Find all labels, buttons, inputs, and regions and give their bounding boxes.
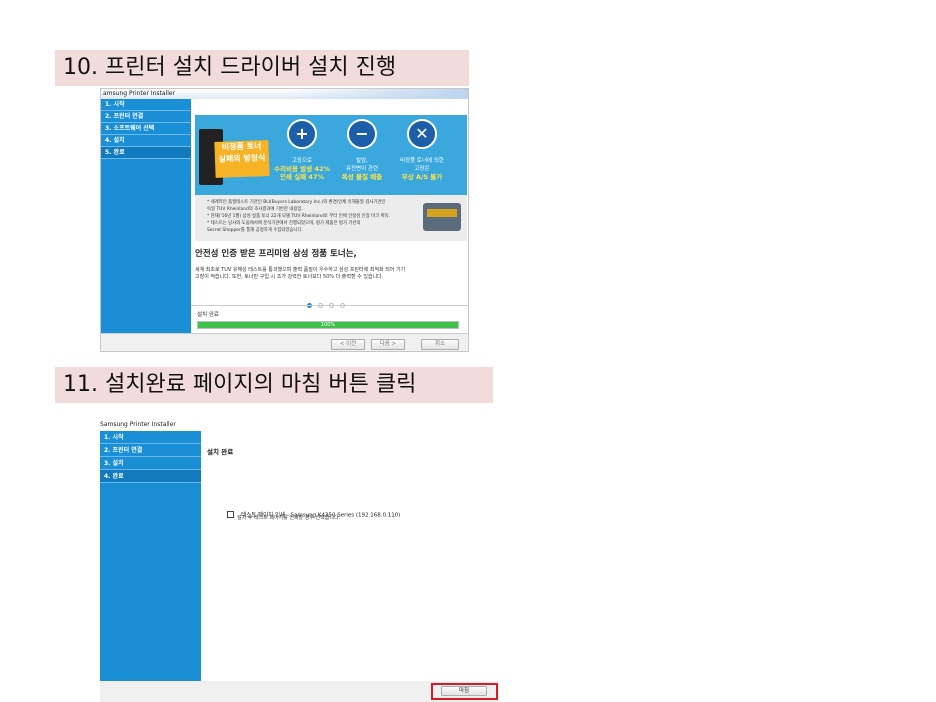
ad-column-3: 비정품 토너에 의한 고장은 무상 A/S 불가 xyxy=(387,157,457,181)
install-progress-bar: 100% xyxy=(197,321,459,329)
ad-col3-line1: 비정품 토너에 의한 xyxy=(400,158,444,164)
installer-content: 설치 완료 테스트 페이지 인쇄 - Samsung K4350 Series … xyxy=(201,431,499,681)
prev-button[interactable]: < 이전 xyxy=(331,339,365,350)
sidebar-item-start: 1. 시작 xyxy=(100,431,201,444)
cross-icon: ✕ xyxy=(407,119,437,149)
install-status: 설치 완료 xyxy=(197,312,219,318)
step-10-heading: 10. 프린터 설치 드라이버 설치 진행 xyxy=(55,50,469,86)
window-footer: < 이전 다음 > 취소 xyxy=(101,333,468,351)
ad-note-5: Secret Shopper를 통해 공정하게 수집되었습니다. xyxy=(207,228,303,233)
toner-ad-label: 비정품 토너 실패의 방정식 xyxy=(214,140,270,178)
sidebar-item-complete: 5. 완료 xyxy=(101,147,191,159)
finish-button[interactable]: 마침 xyxy=(441,686,487,696)
window-title: amsung Printer Installer xyxy=(101,89,468,99)
ad-notes: * 세계적인 품질테스트 기관인 BLI(Buyers Laboratory I… xyxy=(207,199,417,234)
carousel-dots xyxy=(307,293,351,312)
step-11-heading: 11. 설치완료 페이지의 마침 버튼 클릭 xyxy=(55,367,493,403)
printer-image xyxy=(423,203,461,231)
ad-headline: 안전성 인증 받은 프리미엄 삼성 정품 토너는, xyxy=(195,249,357,259)
installer-sidebar: 1. 시작 2. 프린터 연결 3. 소프트웨어 선택 4. 설치 5. 완료 xyxy=(101,99,191,333)
ad-col3-line3: 무상 A/S 불가 xyxy=(401,173,443,181)
next-button[interactable]: 다음 > xyxy=(371,339,405,350)
ad-note-2: 독일 TUV Rheinland의 조사결과에 기반한 내용임. xyxy=(207,207,303,212)
ad-note-4: * 테스트는 당사와 도움에서에 분석기관에서 진행되었으며, 평가 제품은 평… xyxy=(207,221,361,226)
content-divider xyxy=(191,305,468,306)
ad-body-text: 세계 최초로 TUV 유해성 테스트를 통과했으며 출력 품질이 우수하고 삼성… xyxy=(195,267,467,281)
sidebar-item-start: 1. 시작 xyxy=(101,99,191,111)
sidebar-item-complete: 4. 완료 xyxy=(100,470,201,483)
installer-content: 비정품 토너 실패의 방정식 + − ✕ 고장으로 수리비용 발생 42% 인쇄… xyxy=(191,99,468,333)
sidebar-item-printer-connection: 2. 프린터 연결 xyxy=(100,444,201,457)
ad-col3-line2: 고장은 xyxy=(414,166,430,172)
cancel-button[interactable]: 취소 xyxy=(421,339,459,350)
window-title: Samsung Printer Installer xyxy=(100,419,499,431)
toner-ad-banner: 비정품 토너 실패의 방정식 + − ✕ 고장으로 수리비용 발생 42% 인쇄… xyxy=(195,105,467,241)
installer-sidebar: 1. 시작 2. 프린터 연결 3. 설치 4. 완료 xyxy=(100,431,201,681)
minus-icon: − xyxy=(347,119,377,149)
ad-body-line1: 세계 최초로 TUV 유해성 테스트를 통과했으며 출력 품질이 우수하고 삼성… xyxy=(195,267,406,273)
sidebar-item-install: 4. 설치 xyxy=(101,135,191,147)
ad-notes-panel: * 세계적인 품질테스트 기관인 BLI(Buyers Laboratory I… xyxy=(195,195,467,241)
complete-heading: 설치 완료 xyxy=(207,448,234,456)
progress-percent: 100% xyxy=(320,322,336,328)
installer-window-progress: amsung Printer Installer 1. 시작 2. 프린터 연결… xyxy=(100,88,469,352)
window-footer: 마침 xyxy=(100,681,499,702)
sidebar-item-software-selection: 3. 소프트웨어 선택 xyxy=(101,123,191,135)
sidebar-item-printer-connection: 2. 프린터 연결 xyxy=(101,111,191,123)
test-page-checkbox[interactable] xyxy=(227,511,234,518)
ad-blue-panel: 비정품 토너 실패의 방정식 + − ✕ 고장으로 수리비용 발생 42% 인쇄… xyxy=(195,115,467,195)
ad-body-line2: 고장이 적습니다. 또한, 토너만 구입 시 조가 강력한 토너보다 50% 더… xyxy=(195,274,384,280)
ad-note-3: * 현재('16년 1월) 삼성 정품 토너 22개 모델 TUV Rheinl… xyxy=(207,214,391,219)
test-page-description: 설치 후 테스트 페이지를 인쇄할 경우 선택합니다. xyxy=(237,515,341,521)
sidebar-item-install: 3. 설치 xyxy=(100,457,201,470)
toner-label-line2: 실패의 방정식 xyxy=(218,153,266,164)
installer-window-complete: Samsung Printer Installer 1. 시작 2. 프린터 연… xyxy=(100,419,499,702)
ad-note-1: * 세계적인 품질테스트 기관인 BLI(Buyers Laboratory I… xyxy=(207,200,386,205)
plus-icon: + xyxy=(287,119,317,149)
